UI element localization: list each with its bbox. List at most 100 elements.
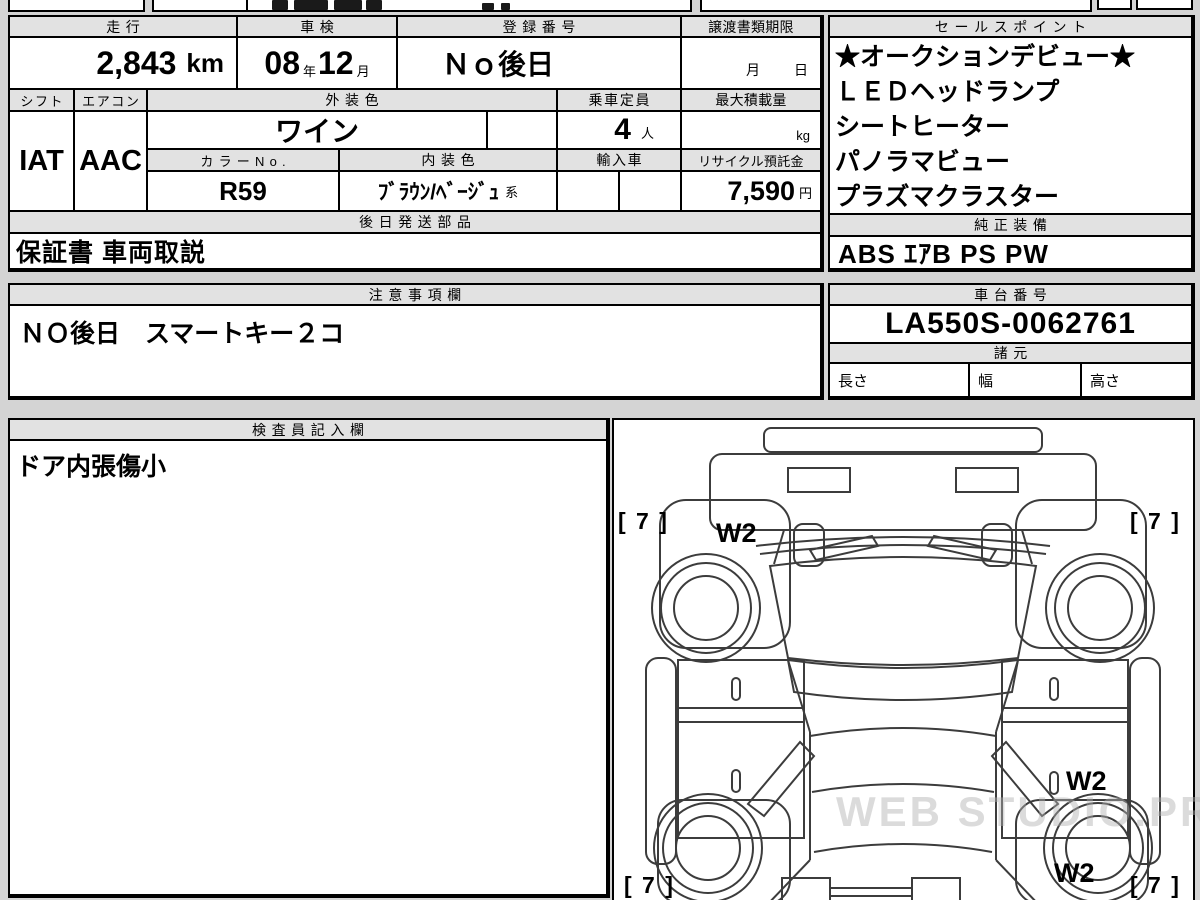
inspection-header-label: 車検 — [300, 18, 340, 35]
import-header-label: 輸入車 — [596, 152, 644, 168]
front-wheel-left — [651, 553, 761, 663]
equipment-header-label: 純正装備 — [974, 217, 1053, 233]
exterior-color-header-label: 外装色 — [325, 92, 385, 108]
aircon-code: AAC — [79, 144, 142, 177]
later-parts-value: 保証書 車両取説 — [10, 234, 822, 270]
sales-point-item: ＬＥＤヘッドランプ — [835, 78, 1060, 106]
mileage-header-label: 走行 — [106, 18, 146, 35]
spec-width-cell: 幅 — [970, 364, 1082, 398]
mileage-unit: km — [186, 47, 224, 78]
sill-left — [645, 657, 677, 865]
color-no-header-label: カラーNo. — [200, 153, 291, 169]
exterior-color-value: ワイン — [148, 112, 488, 150]
cropped-top-cell — [8, 0, 145, 12]
spec-height-label: 高さ — [1090, 372, 1121, 390]
exterior-color-empty-cell — [488, 112, 558, 150]
inspector-header: 検査員記入欄 — [10, 420, 608, 441]
front-door-right — [1001, 659, 1129, 709]
max-load-header: 最大積載量 — [682, 90, 822, 112]
interior-color-suffix: 系 — [505, 184, 519, 200]
cropped-text-fragment — [366, 0, 382, 10]
equipment-value: ABS ｴｱB PS PW — [830, 237, 1193, 270]
equipment-header: 純正装備 — [830, 215, 1193, 237]
recycle-amount: 7,590 — [727, 175, 795, 206]
notes-header-label: 注意事項欄 — [368, 286, 467, 303]
door-handle — [1049, 677, 1059, 701]
recycle-value: 7,590 円 — [682, 172, 822, 212]
capacity-unit: 人 — [640, 126, 654, 141]
spec-header-label: 諸元 — [993, 345, 1033, 361]
inspection-month-unit: 月 — [356, 64, 370, 79]
max-load-header-label: 最大積載量 — [715, 92, 787, 108]
mileage-value: 2,843 km — [10, 38, 238, 90]
door-handle — [731, 769, 741, 793]
later-parts-header: 後日発送部品 — [10, 212, 822, 234]
max-load-unit: kg — [796, 128, 810, 143]
color-no-header: カラーNo. — [148, 150, 340, 172]
cropped-top-cell — [1136, 0, 1193, 10]
aircon-value: AAC — [75, 112, 148, 212]
deadline-header-label: 譲渡書類期限 — [708, 18, 794, 35]
corner-grade-mark: [ 7 ] — [624, 872, 675, 898]
sales-point-item: シートヒーター — [835, 113, 1011, 141]
inspection-value: 08 年 12 月 — [238, 38, 398, 90]
registration-number: Ｎｏ後日 — [442, 49, 555, 80]
mileage-number: 2,843 — [96, 44, 177, 81]
vehicle-spec-table: 走行 車検 登録番号 譲渡書類期限 2,843 km 08 年 12 月 Ｎｏ後… — [8, 15, 824, 272]
sales-point-item: パノラマビュー — [835, 148, 1011, 176]
door-handle — [731, 677, 741, 701]
front-bumper — [709, 453, 1097, 531]
exterior-color-header: 外装色 — [148, 90, 558, 112]
damage-code-w2: W2 — [1054, 858, 1095, 888]
spec-length-label: 長さ — [838, 372, 869, 390]
recycle-header-label: リサイクル預託金 — [698, 153, 804, 169]
interior-color-header-label: 内装色 — [421, 152, 481, 168]
import-value-cell-left — [558, 172, 620, 212]
later-parts-header-label: 後日発送部品 — [358, 214, 477, 230]
corner-grade-mark: [ 7 ] — [618, 508, 669, 534]
spec-length-cell: 長さ — [830, 364, 970, 398]
car-diagram-box: WEB STUDIO.PRO [ 7 ] [ 7 ] [ 7 ] [ 7 ] W… — [612, 418, 1200, 900]
inspection-header: 車検 — [238, 17, 398, 38]
import-header: 輸入車 — [558, 150, 682, 172]
shift-code: IAT — [19, 144, 64, 177]
sales-points-panel: セールスポイント ★オークションデビュー★ ＬＥＤヘッドランプ シートヒーター … — [828, 15, 1195, 272]
chassis-number: LA550S-0062761 — [885, 307, 1136, 340]
watermark: WEB STUDIO.PRO — [836, 788, 1200, 835]
import-value-cell-right — [620, 172, 682, 212]
inspector-value: ドア内張傷小 — [10, 441, 608, 896]
exterior-color-name: ワイン — [274, 116, 359, 147]
cropped-top-cell — [152, 0, 248, 12]
rear-bumper-right — [911, 877, 961, 900]
inspector-header-label: 検査員記入欄 — [251, 421, 370, 438]
inspection-month: 12 — [318, 44, 354, 81]
spec-header: 諸元 — [830, 344, 1193, 364]
cropped-text-fragment — [501, 3, 510, 10]
spec-height-cell: 高さ — [1082, 364, 1193, 398]
roof-strip — [763, 427, 1043, 453]
mileage-header: 走行 — [10, 17, 238, 38]
capacity-header-label: 乗車定員 — [588, 92, 652, 108]
corner-grade-mark: [ 7 ] — [1130, 508, 1181, 534]
sales-point-item: プラズマクラスター — [835, 183, 1060, 211]
cropped-top-cell — [700, 0, 1092, 12]
deadline-day-label: 日 — [794, 62, 808, 78]
later-parts-text: 保証書 車両取説 — [16, 239, 206, 267]
chassis-header: 車台番号 — [830, 285, 1193, 306]
inspection-year: 08 — [264, 44, 300, 81]
registration-header: 登録番号 — [398, 17, 682, 38]
aircon-header-label: エアコン — [82, 93, 141, 109]
chassis-value: LA550S-0062761 — [830, 306, 1193, 344]
capacity-header: 乗車定員 — [558, 90, 682, 112]
recycle-unit: 円 — [798, 186, 812, 201]
corner-grade-mark: [ 7 ] — [1130, 872, 1181, 898]
registration-value: Ｎｏ後日 — [398, 38, 682, 90]
windshield — [768, 556, 1038, 666]
capacity-number: 4 — [614, 113, 631, 146]
deadline-value: 月 日 — [682, 38, 822, 90]
interior-color-name: ﾌﾞﾗｳﾝ/ﾍﾞｰｼﾞｭ — [377, 181, 500, 204]
notes-text: ＮＯ後日 スマートキー２コ — [20, 320, 345, 348]
damage-code-w2: W2 — [1066, 766, 1107, 796]
interior-color-value: ﾌﾞﾗｳﾝ/ﾍﾞｰｼﾞｭ 系 — [340, 172, 558, 212]
capacity-value: 4 人 — [558, 112, 682, 150]
